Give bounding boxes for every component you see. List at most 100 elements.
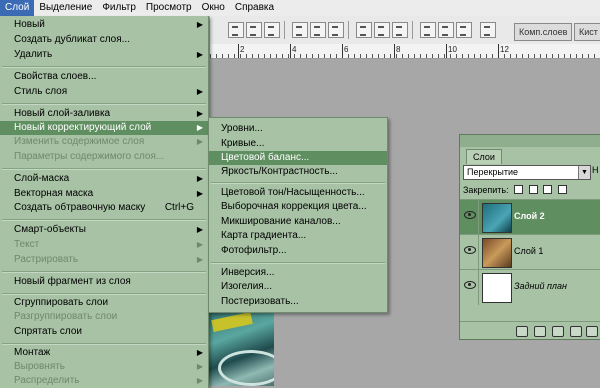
lock-transparency-icon[interactable]	[514, 185, 524, 194]
submenu-item-label: Постеризовать...	[221, 296, 299, 307]
eye-icon[interactable]	[464, 211, 476, 219]
link-icon[interactable]	[516, 326, 528, 337]
menu-layer[interactable]: Слой	[0, 0, 35, 16]
menu-view[interactable]: Просмотр	[141, 0, 197, 16]
menu-item-layer-content-options[interactable]: Параметры содержимого слоя...	[0, 150, 208, 164]
menu-item-label: Векторная маска	[14, 188, 94, 199]
menu-item-label: Свойства слоев...	[14, 71, 97, 82]
menu-item-align[interactable]: Выровнять ▶	[0, 360, 208, 374]
menu-item-delete[interactable]: Удалить ▶	[0, 48, 208, 62]
auto-align-icon[interactable]	[480, 22, 496, 38]
menu-select[interactable]: Выделение	[34, 0, 97, 16]
align-right-icon[interactable]	[456, 22, 472, 38]
menu-window[interactable]: Окно	[197, 0, 230, 16]
menu-filter[interactable]: Фильтр	[97, 0, 141, 16]
chevron-right-icon: ▶	[196, 109, 203, 118]
layer-name[interactable]: Задний план	[514, 281, 567, 291]
distribute-right-icon[interactable]	[392, 22, 408, 38]
menu-separator	[2, 343, 206, 345]
tab-layer-comps[interactable]: Комп.слоев	[514, 23, 573, 41]
submenu-item-brightness-contrast[interactable]: Яркость/Контрастность...	[209, 165, 387, 179]
distribute-top-icon[interactable]	[292, 22, 308, 38]
align-center-icon[interactable]	[438, 22, 454, 38]
eye-icon[interactable]	[464, 281, 476, 289]
eye-icon[interactable]	[464, 246, 476, 254]
toolbar-divider	[348, 21, 349, 39]
submenu-item-label: Карта градиента...	[221, 230, 307, 241]
menu-item-label: Сгруппировать слои	[14, 297, 109, 308]
menu-item-change-layer-content[interactable]: Изменить содержимое слоя ▶	[0, 135, 208, 149]
chevron-down-icon[interactable]: ▼	[578, 166, 590, 179]
menu-item-label: Выровнять	[14, 361, 66, 372]
distribute-bottom-icon[interactable]	[328, 22, 344, 38]
layer-row[interactable]: Слой 1	[460, 234, 600, 270]
submenu-item-posterize[interactable]: Постеризовать...	[209, 295, 387, 309]
ruler-major-tick	[290, 44, 291, 58]
menu-item-new-adjustment-layer[interactable]: Новый корректирующий слой ▶	[0, 121, 208, 135]
align-bottom-icon[interactable]	[264, 22, 280, 38]
submenu-item-invert[interactable]: Инверсия...	[209, 266, 387, 280]
menu-separator	[2, 271, 206, 273]
chevron-right-icon: ▶	[196, 240, 203, 249]
opacity-label: Н	[592, 165, 599, 175]
submenu-item-gradient-map[interactable]: Карта градиента...	[209, 229, 387, 243]
layer-name[interactable]: Слой 1	[514, 246, 543, 256]
menu-item-label: Текст	[14, 239, 40, 250]
add-mask-icon[interactable]	[552, 326, 564, 337]
layer-row[interactable]: Задний план	[460, 269, 600, 305]
menu-item-new[interactable]: Новый ▶	[0, 18, 208, 32]
tab-layers[interactable]: Слои	[466, 149, 502, 164]
menu-item-layer-mask[interactable]: Слой-маска ▶	[0, 172, 208, 186]
layer-style-icon[interactable]	[534, 326, 546, 337]
menu-item-label: Смарт-объекты	[14, 224, 86, 235]
menu-item-group-layers[interactable]: Сгруппировать слои	[0, 296, 208, 310]
submenu-item-selective-color[interactable]: Выборочная коррекция цвета...	[209, 200, 387, 214]
menu-item-type[interactable]: Текст ▶	[0, 238, 208, 252]
submenu-item-label: Яркость/Контрастность...	[221, 166, 338, 177]
layers-panel: Слои Перекрытие ▼ Н Закрепить: Слой 2 Сл…	[459, 134, 600, 340]
adjustment-layer-icon[interactable]	[570, 326, 582, 337]
ruler-major-tick	[394, 44, 395, 58]
toolbar-divider	[412, 21, 413, 39]
tab-brushes[interactable]: Кист	[574, 23, 600, 41]
menu-item-duplicate-layer[interactable]: Создать дубликат слоя...	[0, 33, 208, 47]
submenu-item-curves[interactable]: Кривые...	[209, 137, 387, 151]
menu-item-hide-layers[interactable]: Спрятать слои	[0, 325, 208, 339]
menu-item-ungroup-layers[interactable]: Разгруппировать слои	[0, 310, 208, 324]
submenu-item-threshold[interactable]: Изогелия...	[209, 280, 387, 294]
menu-item-create-clipping-mask[interactable]: Создать обтравочную маску Ctrl+G	[0, 201, 208, 215]
submenu-item-levels[interactable]: Уровни...	[209, 122, 387, 136]
layer-row[interactable]: Слой 2	[460, 199, 600, 235]
align-top-icon[interactable]	[228, 22, 244, 38]
distribute-center-icon[interactable]	[374, 22, 390, 38]
menu-help[interactable]: Справка	[230, 0, 279, 16]
lock-position-icon[interactable]	[543, 185, 553, 194]
menu-item-rasterize[interactable]: Растрировать ▶	[0, 253, 208, 267]
menu-item-layer-style[interactable]: Стиль слоя ▶	[0, 85, 208, 99]
menu-item-label: Создать обтравочную маску	[14, 202, 146, 213]
menu-item-label: Создать дубликат слоя...	[14, 34, 130, 45]
submenu-item-channel-mixer[interactable]: Микширование каналов...	[209, 215, 387, 229]
lock-all-icon[interactable]	[557, 185, 567, 194]
distribute-middle-icon[interactable]	[310, 22, 326, 38]
distribute-left-icon[interactable]	[356, 22, 372, 38]
submenu-item-photo-filter[interactable]: Фотофильтр...	[209, 244, 387, 258]
submenu-item-color-balance[interactable]: Цветовой баланс...	[209, 151, 387, 165]
blend-mode-select[interactable]: Перекрытие ▼	[463, 165, 591, 180]
chevron-right-icon: ▶	[196, 87, 203, 96]
menu-item-layer-properties[interactable]: Свойства слоев...	[0, 70, 208, 84]
menu-item-smart-objects[interactable]: Смарт-объекты ▶	[0, 223, 208, 237]
menu-item-vector-mask[interactable]: Векторная маска ▶	[0, 187, 208, 201]
menu-item-arrange[interactable]: Монтаж ▶	[0, 346, 208, 360]
align-left-icon[interactable]	[420, 22, 436, 38]
align-middle-icon[interactable]	[246, 22, 262, 38]
lock-image-icon[interactable]	[528, 185, 538, 194]
menu-item-new-slice-from-layer[interactable]: Новый фрагмент из слоя	[0, 275, 208, 289]
menu-item-new-fill-layer[interactable]: Новый слой-заливка ▶	[0, 107, 208, 121]
menu-item-label: Новый корректирующий слой	[14, 122, 152, 133]
panel-title-bar[interactable]	[460, 135, 600, 147]
layer-name[interactable]: Слой 2	[514, 211, 545, 221]
new-group-icon[interactable]	[586, 326, 598, 337]
submenu-item-hue-saturation[interactable]: Цветовой тон/Насыщенность...	[209, 186, 387, 200]
lock-label: Закрепить:	[463, 185, 509, 195]
